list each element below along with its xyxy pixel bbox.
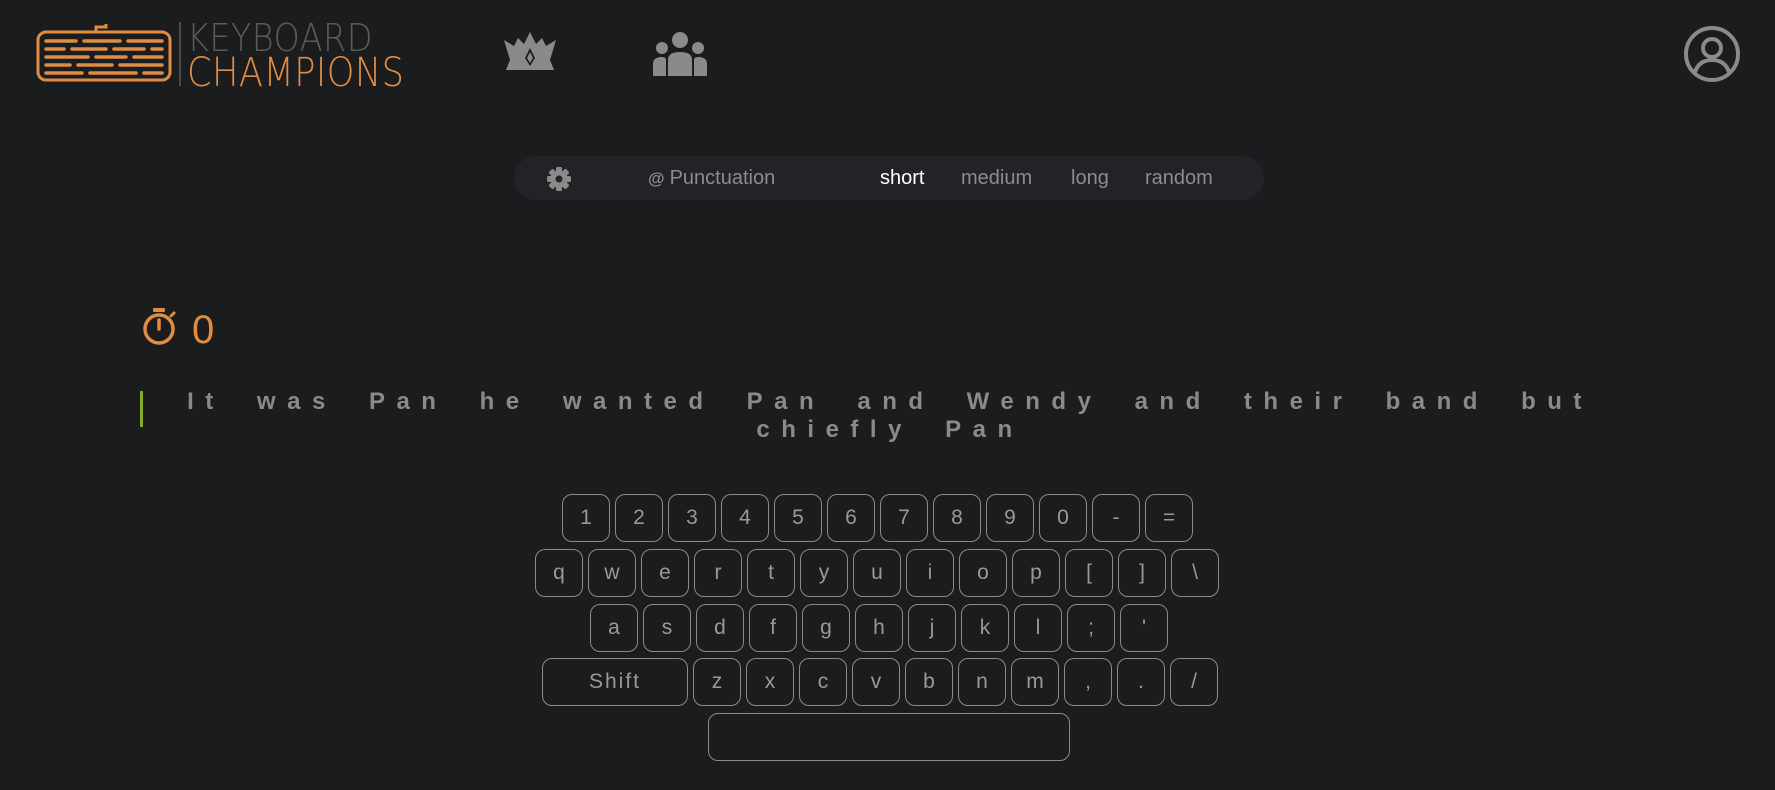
brand-logo[interactable]: KEYBOARD CHAMPIONS	[36, 18, 416, 96]
key[interactable]: h	[855, 604, 903, 652]
timer: 0	[141, 300, 214, 353]
crown-icon	[504, 32, 556, 70]
key[interactable]: s	[643, 604, 691, 652]
people-icon	[653, 32, 707, 76]
key[interactable]: 7	[880, 494, 928, 542]
logo-divider	[179, 22, 181, 86]
key[interactable]: y	[800, 549, 848, 597]
key[interactable]: o	[959, 549, 1007, 597]
length-option-long[interactable]: long	[1071, 167, 1109, 190]
key[interactable]: j	[908, 604, 956, 652]
key[interactable]: /	[1170, 658, 1218, 706]
key[interactable]: 8	[933, 494, 981, 542]
settings-gear-button[interactable]	[546, 166, 572, 197]
key[interactable]: '	[1120, 604, 1168, 652]
key[interactable]: [	[1065, 549, 1113, 597]
key[interactable]: a	[590, 604, 638, 652]
leaderboard-crown-button[interactable]	[502, 30, 558, 79]
key[interactable]: \	[1171, 549, 1219, 597]
key[interactable]: 9	[986, 494, 1034, 542]
typing-prompt-text: It was Pan he wanted Pan and Wendy and t…	[187, 388, 1593, 443]
key[interactable]: 6	[827, 494, 875, 542]
key[interactable]: z	[693, 658, 741, 706]
key[interactable]: =	[1145, 494, 1193, 542]
gear-icon	[547, 167, 571, 191]
key[interactable]: m	[1011, 658, 1059, 706]
length-option-random[interactable]: random	[1145, 167, 1213, 190]
key[interactable]: ;	[1067, 604, 1115, 652]
keyboard-row: Shift z x c v b n m,. /	[542, 658, 1218, 708]
key[interactable]: ]	[1118, 549, 1166, 597]
profile-button[interactable]	[1683, 25, 1741, 88]
key[interactable]: 3	[668, 494, 716, 542]
stopwatch-icon	[143, 307, 176, 345]
key[interactable]: n	[958, 658, 1006, 706]
key[interactable]: c	[799, 658, 847, 706]
key[interactable]: 0	[1039, 494, 1087, 542]
brand-name-bottom: CHAMPIONS	[187, 50, 405, 96]
keyboard-logo-icon	[36, 24, 172, 82]
community-people-button[interactable]	[652, 30, 708, 83]
top-navbar: KEYBOARD CHAMPIONS	[0, 0, 1775, 110]
keyboard-row: q w e r t y u i o p[] \	[535, 549, 1219, 599]
key[interactable]: k	[961, 604, 1009, 652]
length-option-medium[interactable]: medium	[961, 167, 1032, 190]
punctuation-label: Punctuation	[669, 167, 776, 189]
key[interactable]: g	[802, 604, 850, 652]
settings-bar: @ Punctuation short medium long random	[514, 156, 1264, 200]
key[interactable]: 1	[562, 494, 610, 542]
key[interactable]: f	[749, 604, 797, 652]
key[interactable]: 5	[774, 494, 822, 542]
key[interactable]: ,	[1064, 658, 1112, 706]
punctuation-toggle[interactable]: @ Punctuation	[648, 167, 775, 190]
keyboard-row: 1 2 3 4 5 6 7 8 9 0- =	[562, 494, 1193, 544]
key[interactable]: v	[852, 658, 900, 706]
key[interactable]: l	[1014, 604, 1062, 652]
key[interactable]: d	[696, 604, 744, 652]
user-circle-icon	[1684, 26, 1740, 82]
key[interactable]: t	[747, 549, 795, 597]
key[interactable]: b	[905, 658, 953, 706]
key[interactable]: i	[906, 549, 954, 597]
key[interactable]: e	[641, 549, 689, 597]
at-icon: @	[648, 168, 665, 188]
keyboard-row	[708, 713, 1070, 763]
key[interactable]: u	[853, 549, 901, 597]
keyboard-row: a s d f g h j k l; '	[590, 604, 1168, 654]
key[interactable]: p	[1012, 549, 1060, 597]
key[interactable]: 2	[615, 494, 663, 542]
key[interactable]: 4	[721, 494, 769, 542]
length-option-short[interactable]: short	[880, 167, 924, 190]
key[interactable]: -	[1092, 494, 1140, 542]
key[interactable]: r	[694, 549, 742, 597]
key[interactable]: w	[588, 549, 636, 597]
key-shift[interactable]: Shift	[542, 658, 688, 706]
timer-value: 0	[192, 308, 215, 352]
key-space[interactable]	[708, 713, 1070, 761]
key[interactable]: x	[746, 658, 794, 706]
key[interactable]: q	[535, 549, 583, 597]
key[interactable]: .	[1117, 658, 1165, 706]
